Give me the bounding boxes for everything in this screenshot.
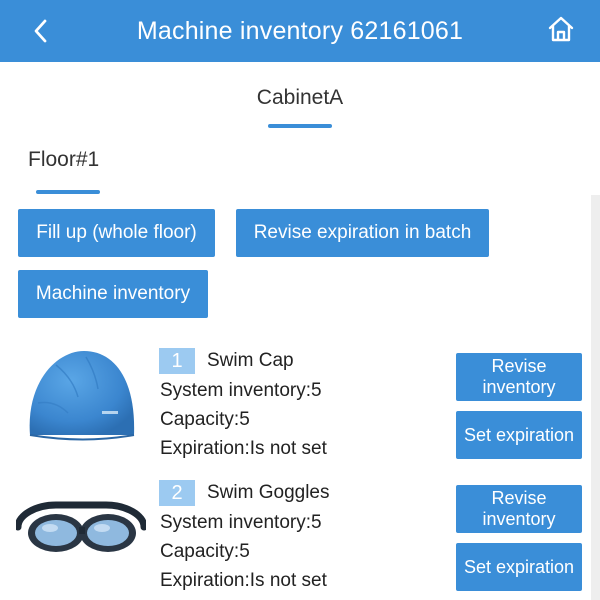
revise-inventory-button[interactable]: Revise inventory	[456, 485, 582, 533]
swim-goggles-image	[16, 501, 146, 552]
page-title: Machine inventory 62161061	[136, 16, 464, 45]
tab-floor-indicator	[36, 190, 100, 194]
expiration-text: Expiration:Is not set	[160, 570, 327, 591]
home-icon	[548, 16, 574, 42]
set-expiration-button[interactable]: Set expiration	[456, 543, 582, 591]
item-name: Swim Cap	[207, 350, 294, 371]
tab-floor-label: Floor#1	[28, 148, 100, 171]
system-inventory-text: System inventory:5	[160, 380, 322, 401]
capacity-text: Capacity:5	[160, 409, 250, 430]
item-name: Swim Goggles	[207, 482, 330, 503]
list-item: 1 Swim Cap System inventory:5 Capacity:5…	[0, 343, 600, 473]
fill-up-button[interactable]: Fill up (whole floor)	[18, 209, 215, 257]
item-number-badge: 2	[159, 480, 195, 506]
chevron-left-icon	[34, 19, 47, 43]
machine-inventory-button[interactable]: Machine inventory	[18, 270, 208, 318]
tab-cabinet-label: CabinetA	[256, 86, 344, 109]
set-expiration-button[interactable]: Set expiration	[456, 411, 582, 459]
home-button[interactable]	[544, 12, 578, 46]
back-button[interactable]	[24, 14, 58, 48]
tab-cabinet[interactable]: CabinetA	[0, 62, 600, 140]
tab-cabinet-indicator	[268, 124, 332, 128]
app-root: Machine inventory 62161061 CabinetA Floo…	[0, 0, 600, 600]
swim-cap-image	[29, 351, 135, 441]
revise-inventory-button[interactable]: Revise inventory	[456, 353, 582, 401]
expiration-text: Expiration:Is not set	[160, 438, 327, 459]
top-bar: Machine inventory 62161061	[0, 0, 600, 62]
system-inventory-text: System inventory:5	[160, 512, 322, 533]
capacity-text: Capacity:5	[160, 541, 250, 562]
list-item: 2 Swim Goggles System inventory:5 Capaci…	[0, 475, 600, 600]
item-number-badge: 1	[159, 348, 195, 374]
revise-expiration-batch-button[interactable]: Revise expiration in batch	[236, 209, 489, 257]
tab-floor[interactable]: Floor#1	[28, 148, 100, 194]
